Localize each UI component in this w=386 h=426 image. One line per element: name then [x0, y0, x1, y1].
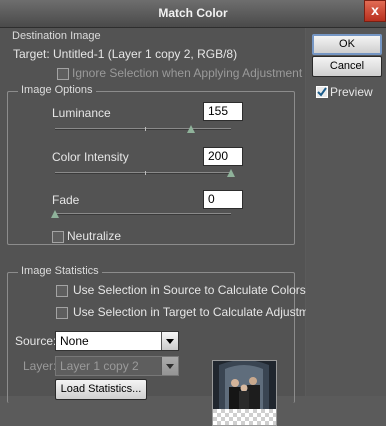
- color-intensity-label: Color Intensity: [52, 150, 129, 164]
- luminance-slider-tick: [145, 127, 146, 131]
- color-intensity-slider-track[interactable]: [55, 172, 231, 174]
- use-selection-target-checkbox[interactable]: [56, 307, 68, 319]
- luminance-label: Luminance: [52, 106, 111, 120]
- fade-input[interactable]: 0: [203, 190, 243, 209]
- neutralize-label: Neutralize: [67, 229, 122, 243]
- source-label: Source:: [15, 334, 57, 348]
- image-options-legend: Image Options: [18, 84, 96, 96]
- chevron-down-icon: [161, 332, 178, 350]
- dialog-title: Match Color: [158, 6, 228, 20]
- source-select[interactable]: None: [55, 331, 179, 351]
- preview-checkbox[interactable]: [316, 86, 328, 98]
- color-intensity-slider-thumb[interactable]: [227, 169, 235, 177]
- use-selection-source-checkbox[interactable]: [56, 285, 68, 297]
- target-text: Target: Untitled-1 (Layer 1 copy 2, RGB/…: [13, 47, 238, 61]
- color-intensity-slider-tick: [145, 171, 146, 175]
- layer-select[interactable]: Layer 1 copy 2: [55, 356, 179, 376]
- layer-label: Layer:: [23, 359, 57, 373]
- destination-image-group: Destination Image Target: Untitled-1 (La…: [7, 30, 302, 82]
- ok-button[interactable]: OK: [312, 34, 382, 55]
- ignore-selection-label: Ignore Selection when Applying Adjustmen…: [72, 66, 303, 80]
- destination-image-legend: Destination Image: [9, 30, 104, 42]
- luminance-slider-thumb[interactable]: [186, 125, 195, 133]
- fade-slider-track[interactable]: [55, 213, 231, 215]
- chevron-down-icon: [161, 357, 178, 375]
- close-button[interactable]: x: [364, 0, 386, 22]
- dialog-panel: Destination Image Target: Untitled-1 (La…: [0, 28, 326, 426]
- use-selection-target-label: Use Selection in Target to Calculate Adj…: [73, 305, 326, 319]
- load-statistics-button[interactable]: Load Statistics...: [55, 379, 147, 400]
- photo-thumbnail-image: [213, 361, 276, 425]
- close-icon: x: [371, 2, 379, 18]
- color-intensity-input[interactable]: 200: [203, 147, 243, 166]
- ignore-selection-checkbox[interactable]: [57, 68, 69, 80]
- checkmark-icon: [317, 87, 327, 97]
- dialog-button-area: OK Cancel Preview: [306, 28, 386, 396]
- source-select-value: None: [60, 334, 89, 348]
- luminance-input[interactable]: 155: [203, 102, 243, 121]
- use-selection-source-label: Use Selection in Source to Calculate Col…: [73, 283, 306, 297]
- source-preview-thumbnail: [212, 360, 277, 426]
- neutralize-checkbox[interactable]: [52, 231, 64, 243]
- fade-slider-thumb[interactable]: [51, 210, 59, 218]
- image-statistics-legend: Image Statistics: [18, 265, 102, 277]
- image-options-group: Image Options Luminance 155 Color Intens…: [7, 84, 295, 245]
- cancel-button[interactable]: Cancel: [312, 56, 382, 77]
- luminance-slider-track[interactable]: [55, 128, 231, 130]
- title-bar: Match Color x: [0, 0, 386, 28]
- preview-label: Preview: [330, 85, 373, 99]
- layer-select-value: Layer 1 copy 2: [60, 359, 139, 373]
- fade-label: Fade: [52, 193, 80, 207]
